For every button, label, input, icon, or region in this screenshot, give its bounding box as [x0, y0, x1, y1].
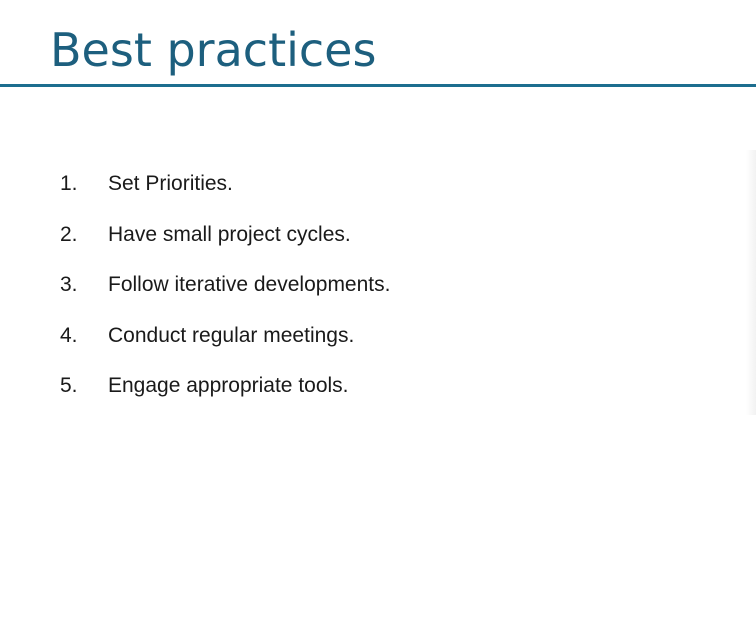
title-underline: [0, 84, 756, 87]
list-item: 1. Set Priorities.: [60, 166, 390, 217]
item-text: Follow iterative developments.: [108, 273, 391, 296]
side-panel-edge: [746, 150, 756, 415]
slide: Best practices 1. Set Priorities. 2. Have …: [0, 0, 756, 624]
item-number: 1.: [60, 172, 78, 195]
best-practices-list: 1. Set Priorities. 2. Have small project c…: [60, 166, 390, 419]
list-item: 2. Have small project cycles.: [60, 217, 390, 268]
slide-title: Best practices: [50, 23, 377, 77]
item-text: Set Priorities.: [108, 172, 233, 195]
list-item: 3. Follow iterative developments.: [60, 267, 390, 318]
item-text: Conduct regular meetings.: [108, 323, 355, 347]
item-number: 5.: [60, 374, 78, 397]
item-number: 3.: [60, 273, 78, 296]
item-number: 4.: [60, 323, 78, 347]
list-item: 5. Engage appropriate tools.: [60, 368, 390, 419]
item-text: Have small project cycles.: [108, 222, 351, 246]
list-item: 4. Conduct regular meetings.: [60, 318, 390, 369]
item-number: 2.: [60, 222, 78, 246]
item-text: Engage appropriate tools.: [108, 374, 349, 397]
